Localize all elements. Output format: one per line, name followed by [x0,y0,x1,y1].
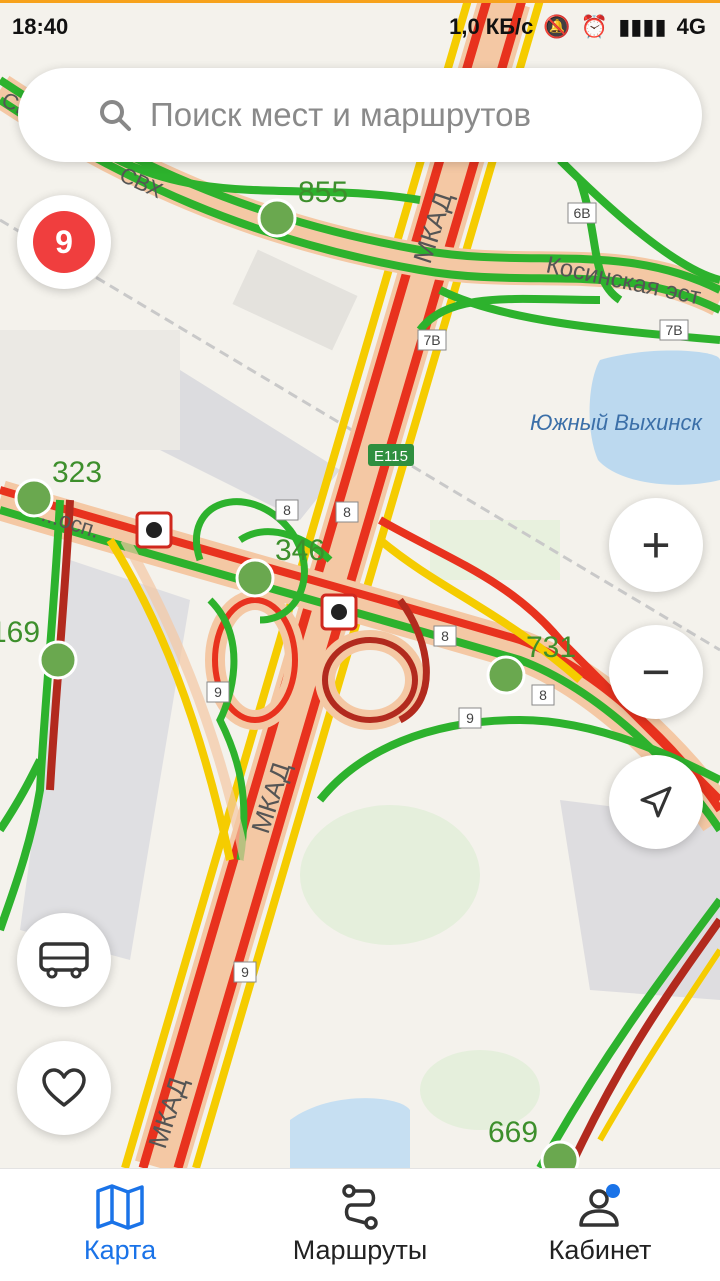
network-type: 4G [676,14,706,39]
my-location-button[interactable] [609,755,703,849]
traffic-incident-icon[interactable] [320,593,358,631]
alarm-icon: ⏰ [580,14,609,39]
svg-text:7В: 7В [423,332,440,348]
traffic-score: 9 [33,211,95,273]
exit-badge: 8 [335,501,359,523]
tab-routes-label: Маршруты [292,1235,428,1265]
svg-text:7В: 7В [665,322,682,338]
mute-icon: 🔕 [543,14,571,39]
zoom-out-button[interactable]: − [609,625,703,719]
lake-label: Южный Выхинск [530,410,703,435]
exit-badge: 8 [275,499,299,521]
svg-text:8: 8 [343,504,351,520]
bus-stop-number: 669 [488,1116,538,1149]
favorites-button[interactable] [17,1041,111,1135]
svg-text:9: 9 [466,710,474,726]
navigation-arrow-icon [640,786,672,818]
exit-badge: 9 [458,707,482,729]
search-icon [100,100,131,131]
svg-text:6В: 6В [573,205,590,221]
bus-stop-number: 855 [298,176,348,209]
profile-icon [579,1184,620,1227]
map-icon [96,1184,144,1230]
exit-badge: 6В [567,202,597,224]
bus-icon [39,942,89,979]
bottom-tab-bar: Карта Маршруты Кабинет [0,1168,720,1281]
minus-icon: − [641,644,671,700]
bus-stop-number: 323 [52,456,102,489]
transport-button[interactable] [17,913,111,1007]
traffic-button[interactable]: 9 [17,195,111,289]
plus-icon: + [641,517,671,573]
svg-text:E115: E115 [374,448,408,465]
svg-text:8: 8 [539,687,547,703]
tab-routes[interactable]: Маршруты [240,1169,480,1281]
heart-icon [42,1068,86,1107]
exit-badge: 7В [659,319,689,341]
svg-text:8: 8 [441,628,449,644]
tab-map-label: Карта [83,1235,157,1265]
traffic-incident-icon[interactable] [135,511,173,549]
network-speed: 1,0 КБ/с [449,14,534,39]
notification-dot [606,1184,620,1198]
tab-map[interactable]: Карта [0,1169,240,1281]
exit-badge: 8 [433,625,457,647]
status-time: 18:40 [12,14,69,39]
tab-profile[interactable]: Кабинет [480,1169,720,1281]
status-bar: 18:40 1,0 КБ/с 🔕 ⏰ ▮▮▮▮ 4G [0,0,720,52]
tab-profile-label: Кабинет [548,1235,652,1265]
route-shield-e115: E115 [368,444,414,466]
zoom-in-button[interactable]: + [609,498,703,592]
exit-badge: 8 [531,684,555,706]
svg-text:9: 9 [214,684,222,700]
svg-text:8: 8 [283,502,291,518]
exit-badge: 9 [206,681,230,703]
bus-stop-number: 346 [275,534,325,567]
routes-icon [342,1184,378,1230]
bus-stop-number: 169 [0,616,40,649]
exit-badge: 7В [417,329,447,351]
svg-text:9: 9 [241,964,249,980]
search-placeholder: Поиск мест и маршрутов [150,96,532,133]
exit-badge: 9 [233,961,257,983]
signal-icon: ▮▮▮▮ [618,14,667,39]
search-bar[interactable]: Поиск мест и маршрутов [18,68,702,162]
map-view[interactable]: МКАД МКАД МКАД СВХ СВХ Косинская эст ...… [0,0,720,1168]
bus-stop-number: 731 [526,631,576,664]
